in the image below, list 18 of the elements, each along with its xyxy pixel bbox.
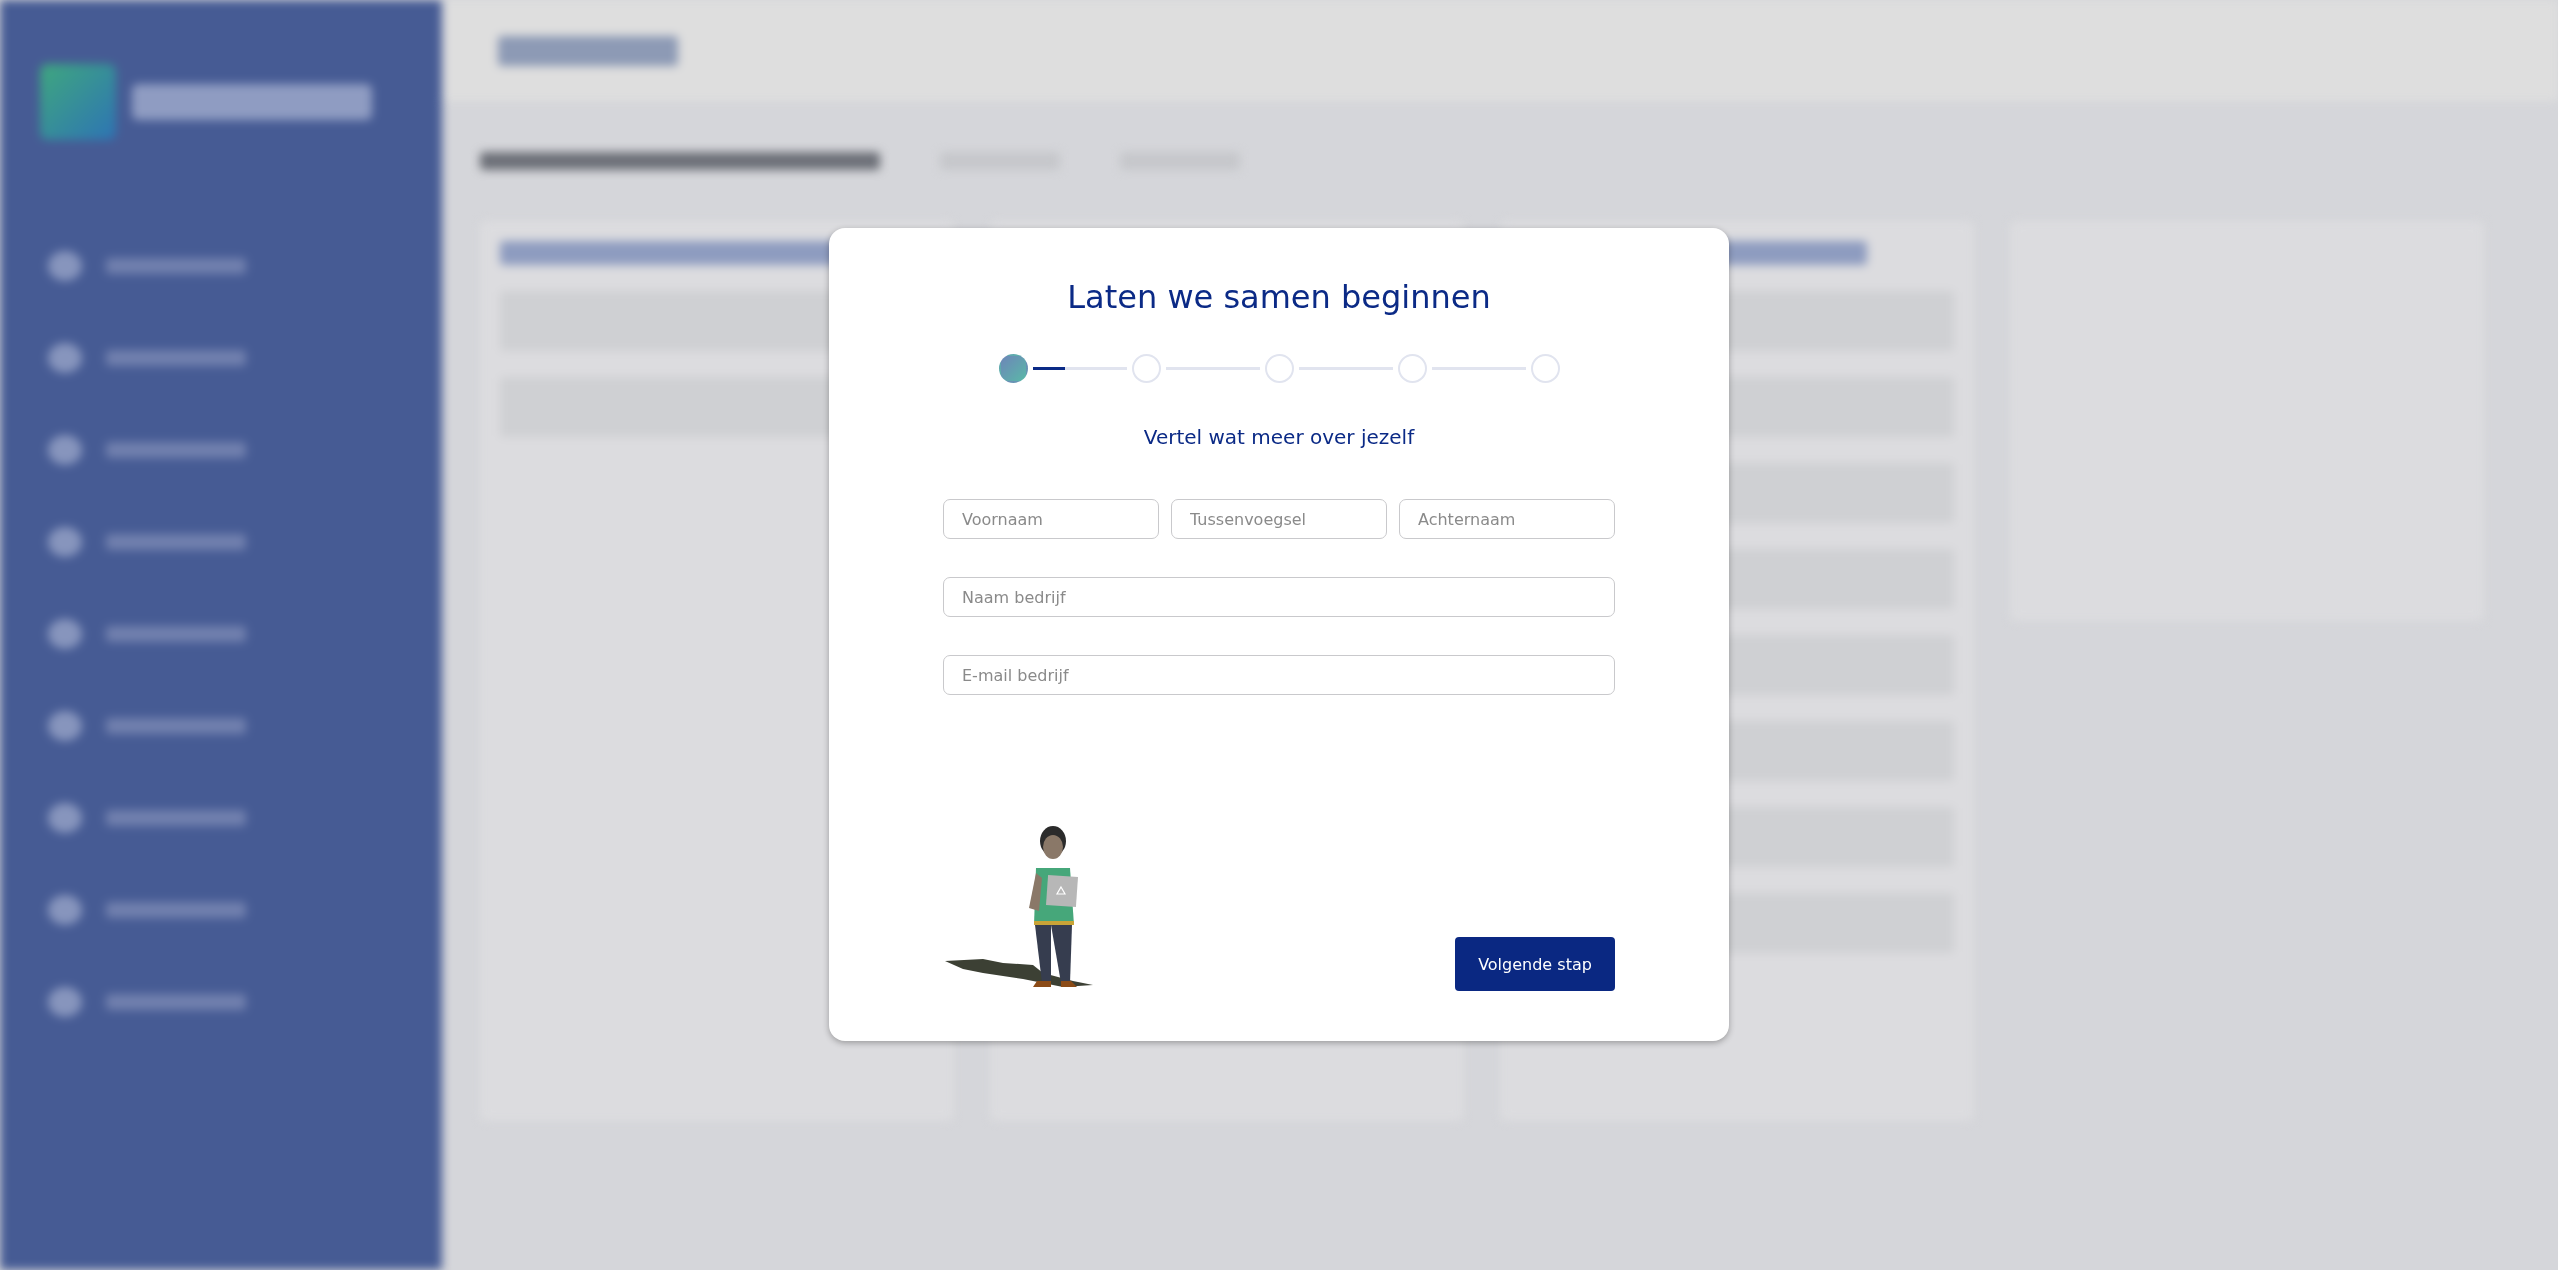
blurred-menu-icon bbox=[48, 895, 82, 925]
input-field[interactable]: Tussenvoegsel bbox=[1171, 499, 1387, 539]
next-step-button[interactable]: Volgende stap bbox=[1455, 937, 1615, 991]
blurred-menu-icon bbox=[48, 987, 82, 1017]
blurred-menu-icon bbox=[48, 435, 82, 465]
blurred-menu-icon bbox=[48, 251, 82, 281]
input-field[interactable]: E-mail bedrijf bbox=[943, 655, 1615, 695]
blurred-menu-icon bbox=[48, 711, 82, 741]
blurred-menu-icon bbox=[48, 803, 82, 833]
blurred-menu-icon bbox=[48, 619, 82, 649]
blurred-menu-icon bbox=[48, 343, 82, 373]
dialog-subtitle: Vertel wat meer over jezelf bbox=[1143, 425, 1415, 449]
blurred-logo-icon bbox=[40, 64, 116, 140]
input-field[interactable]: Naam bedrijf bbox=[943, 577, 1615, 617]
input-field[interactable]: Achternaam bbox=[1399, 499, 1615, 539]
dialog-title: Laten we samen beginnen bbox=[1067, 278, 1491, 316]
blurred-menu-icon bbox=[48, 527, 82, 557]
input-field[interactable]: Voornaam bbox=[943, 499, 1159, 539]
